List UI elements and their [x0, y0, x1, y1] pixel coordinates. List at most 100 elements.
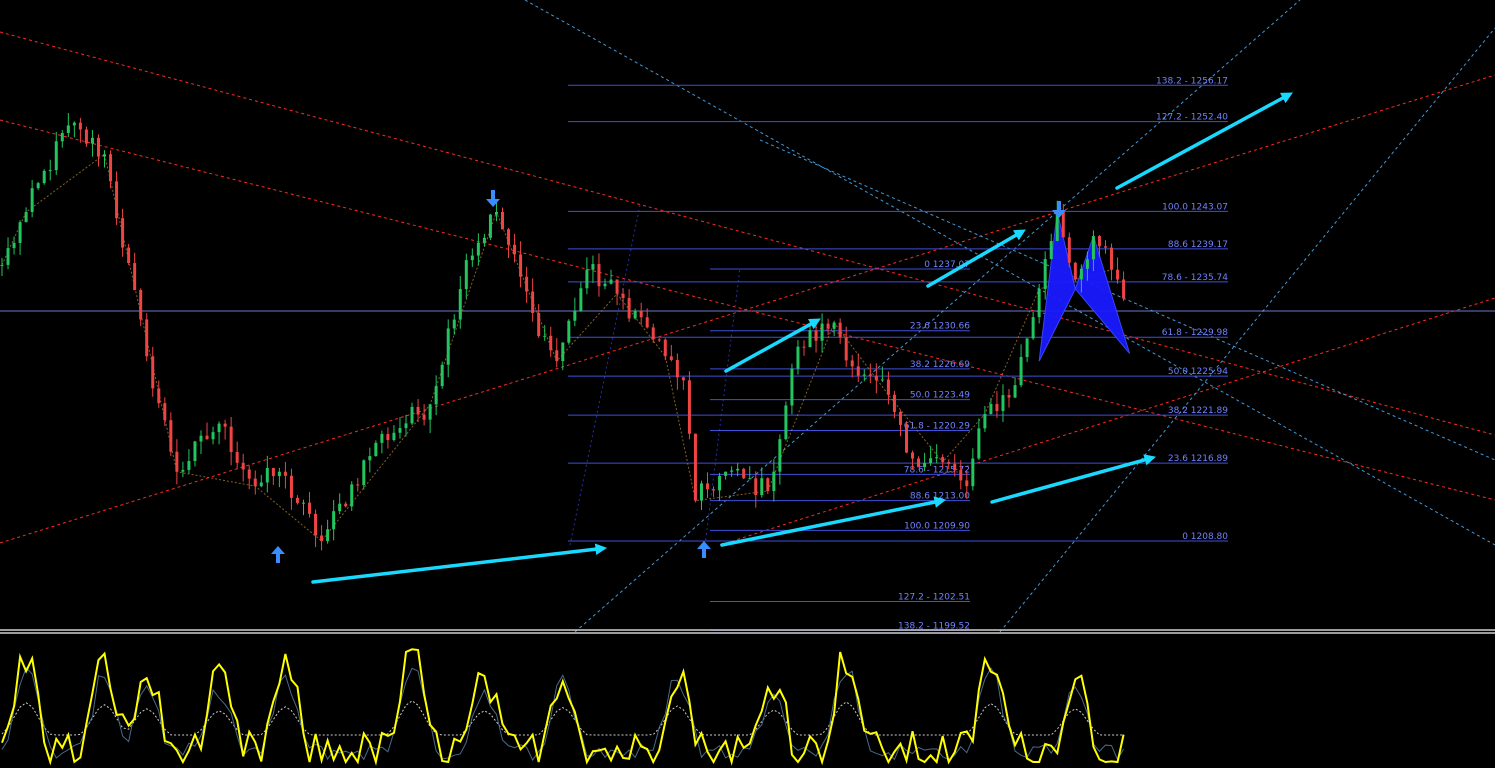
candle[interactable] [289, 468, 293, 510]
candle[interactable] [60, 130, 64, 148]
candle[interactable] [567, 319, 571, 345]
candle[interactable] [1110, 243, 1114, 281]
candle[interactable] [145, 313, 149, 362]
candle[interactable] [663, 338, 667, 361]
candle[interactable] [12, 236, 16, 255]
candle[interactable] [48, 159, 52, 181]
candle[interactable] [320, 525, 324, 551]
candle[interactable] [591, 255, 595, 283]
candle[interactable] [838, 318, 842, 344]
candle[interactable] [681, 376, 685, 390]
candle[interactable] [283, 461, 287, 489]
candle[interactable] [344, 501, 348, 508]
candle[interactable] [470, 248, 474, 267]
candle[interactable] [1061, 203, 1065, 238]
candle[interactable] [778, 434, 782, 485]
candle[interactable] [115, 171, 119, 226]
candle[interactable] [127, 243, 131, 265]
candle[interactable] [513, 233, 517, 263]
candle[interactable] [205, 422, 209, 440]
candle[interactable] [790, 363, 794, 415]
candle[interactable] [971, 448, 975, 491]
candle[interactable] [151, 346, 155, 397]
candle[interactable] [1001, 384, 1005, 423]
candle[interactable] [1037, 283, 1041, 324]
candle[interactable] [199, 430, 203, 455]
candle[interactable] [90, 130, 94, 157]
candle[interactable] [308, 491, 312, 518]
candle[interactable] [561, 342, 565, 371]
candle[interactable] [1025, 338, 1029, 363]
candle[interactable] [977, 418, 981, 460]
candle[interactable] [669, 344, 673, 362]
candle[interactable] [826, 318, 830, 336]
candle[interactable] [229, 417, 233, 466]
candle[interactable] [621, 288, 625, 310]
candle[interactable] [6, 237, 10, 270]
candle[interactable] [983, 405, 987, 432]
candle[interactable] [1103, 240, 1107, 254]
candle[interactable] [241, 453, 245, 482]
candle[interactable] [585, 257, 589, 295]
candle[interactable] [995, 391, 999, 418]
candle[interactable] [84, 126, 88, 147]
candle[interactable] [784, 401, 788, 441]
candle[interactable] [217, 421, 221, 445]
candle[interactable] [157, 380, 161, 408]
candle[interactable] [24, 207, 28, 223]
candle[interactable] [452, 314, 456, 335]
candle[interactable] [525, 267, 529, 303]
candle[interactable] [488, 213, 492, 240]
candle[interactable] [66, 112, 70, 138]
candle[interactable] [72, 121, 76, 138]
candle[interactable] [802, 340, 806, 356]
candle[interactable] [253, 470, 257, 495]
candle[interactable] [687, 371, 691, 440]
candle[interactable] [314, 509, 318, 548]
candle[interactable] [1067, 232, 1071, 268]
candle[interactable] [639, 302, 643, 325]
candle[interactable] [832, 320, 836, 337]
candle[interactable] [699, 480, 703, 510]
candle[interactable] [1043, 251, 1047, 300]
candle[interactable] [603, 278, 607, 290]
candle[interactable] [422, 404, 426, 426]
candle[interactable] [271, 467, 275, 485]
candle[interactable] [507, 227, 511, 258]
candle[interactable] [368, 447, 372, 473]
candle[interactable] [760, 467, 764, 498]
candle[interactable] [332, 500, 336, 541]
candle[interactable] [935, 444, 939, 464]
price-chart[interactable]: 138.2 - 1256.17 127.2 - 1252.40 100.0 1243… [0, 0, 1495, 632]
candle[interactable] [0, 257, 4, 277]
candle[interactable] [796, 340, 800, 375]
candle[interactable] [265, 455, 269, 493]
candle[interactable] [766, 477, 770, 495]
candle[interactable] [36, 181, 40, 190]
candle[interactable] [482, 233, 486, 247]
candle[interactable] [856, 353, 860, 383]
candle[interactable] [905, 421, 908, 454]
candle[interactable] [181, 461, 185, 478]
candle[interactable] [386, 427, 390, 449]
candle[interactable] [440, 361, 444, 389]
candle[interactable] [350, 481, 354, 512]
candle[interactable] [247, 465, 251, 490]
candle[interactable] [555, 338, 559, 368]
candle[interactable] [398, 417, 402, 439]
candle[interactable] [410, 402, 414, 425]
candle[interactable] [850, 354, 854, 378]
candle[interactable] [1031, 311, 1035, 340]
candle[interactable] [464, 253, 468, 299]
candle[interactable] [579, 282, 583, 312]
candle[interactable] [392, 425, 396, 442]
candle[interactable] [730, 466, 734, 477]
candle[interactable] [121, 208, 125, 257]
candle[interactable] [1019, 344, 1023, 388]
candle[interactable] [874, 363, 878, 394]
candle[interactable] [211, 426, 215, 445]
candle[interactable] [657, 338, 661, 343]
candle[interactable] [917, 456, 921, 468]
candle[interactable] [1049, 233, 1053, 260]
candle[interactable] [30, 179, 34, 218]
